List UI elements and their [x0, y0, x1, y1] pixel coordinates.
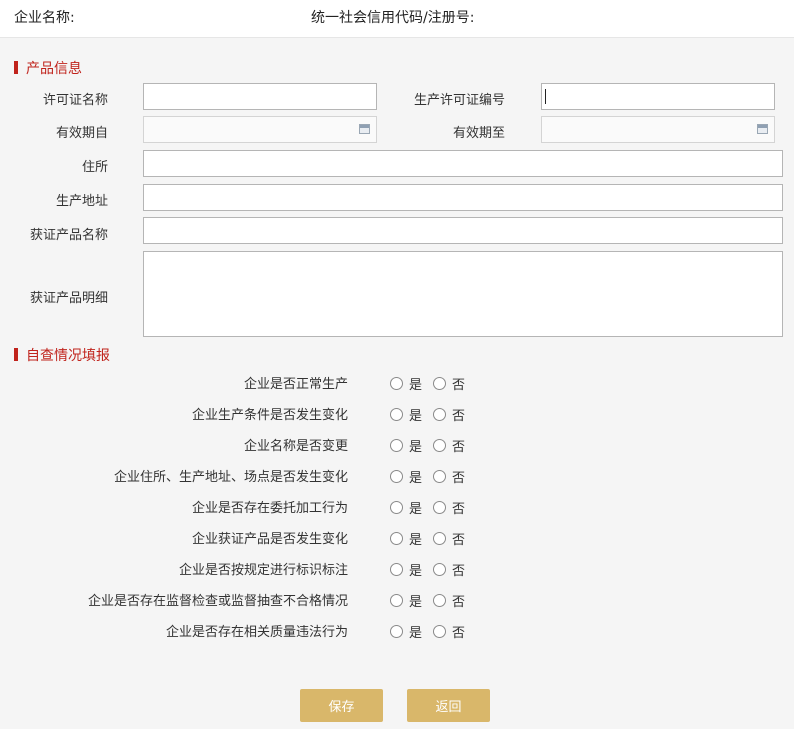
section-title-text: 产品信息 [26, 61, 82, 77]
radio-no[interactable]: 否 [433, 622, 465, 641]
radio-icon[interactable] [433, 439, 446, 452]
question-label: 企业住所、生产地址、场点是否发生变化 [113, 470, 348, 485]
radio-no[interactable]: 否 [433, 498, 465, 517]
radio-icon[interactable] [433, 408, 446, 421]
section-title-self-check: 自查情况填报 [14, 345, 110, 365]
radio-yes[interactable]: 是 [390, 436, 422, 455]
question-label: 企业名称是否变更 [243, 439, 348, 454]
company-name-label: 企业名称: [14, 10, 75, 26]
radio-option-label: 否 [452, 533, 466, 548]
radio-option-label: 是 [409, 471, 423, 486]
production-address-input[interactable] [143, 184, 783, 211]
radio-icon[interactable] [390, 501, 403, 514]
valid-to-input[interactable] [541, 116, 775, 143]
radio-yes[interactable]: 是 [390, 591, 422, 610]
question-label: 企业是否存在监督检查或监督抽查不合格情况 [87, 594, 348, 609]
product-detail-textarea[interactable] [143, 251, 783, 337]
radio-option-label: 否 [452, 471, 466, 486]
radio-option-label: 是 [409, 595, 423, 610]
radio-icon[interactable] [390, 439, 403, 452]
section-marker [14, 61, 18, 74]
radio-no[interactable]: 否 [433, 374, 465, 393]
product-name-input[interactable] [143, 217, 783, 244]
company-header: 企业名称: 统一社会信用代码/注册号: [0, 0, 794, 38]
license-name-input[interactable] [143, 83, 377, 110]
radio-yes[interactable]: 是 [390, 374, 422, 393]
radio-icon[interactable] [390, 470, 403, 483]
radio-option-label: 否 [452, 409, 466, 424]
back-button[interactable]: 返回 [407, 689, 490, 722]
address-label: 住所 [81, 160, 108, 175]
radio-no[interactable]: 否 [433, 591, 465, 610]
save-button[interactable]: 保存 [300, 689, 383, 722]
question-label: 企业获证产品是否发生变化 [191, 532, 348, 547]
product-name-label: 获证产品名称 [29, 228, 108, 243]
section-marker [14, 348, 18, 361]
question-label: 企业是否存在相关质量违法行为 [165, 625, 348, 640]
radio-option-label: 是 [409, 378, 423, 393]
calendar-icon[interactable] [757, 124, 768, 134]
radio-option-label: 是 [409, 440, 423, 455]
radio-yes[interactable]: 是 [390, 622, 422, 641]
section-title-product-info: 产品信息 [14, 58, 82, 78]
production-address-label: 生产地址 [55, 194, 108, 209]
radio-icon[interactable] [390, 563, 403, 576]
valid-to-label: 有效期至 [452, 126, 505, 141]
radio-yes[interactable]: 是 [390, 405, 422, 424]
radio-yes[interactable]: 是 [390, 467, 422, 486]
radio-icon[interactable] [433, 377, 446, 390]
radio-yes[interactable]: 是 [390, 560, 422, 579]
question-label: 企业生产条件是否发生变化 [191, 408, 348, 423]
question-label: 企业是否按规定进行标识标注 [178, 563, 348, 578]
radio-option-label: 是 [409, 564, 423, 579]
radio-option-label: 否 [452, 502, 466, 517]
calendar-icon[interactable] [359, 124, 370, 134]
license-name-label: 许可证名称 [42, 93, 108, 108]
radio-option-label: 否 [452, 440, 466, 455]
radio-icon[interactable] [433, 532, 446, 545]
radio-no[interactable]: 否 [433, 436, 465, 455]
radio-icon[interactable] [433, 563, 446, 576]
radio-option-label: 否 [452, 626, 466, 641]
radio-icon[interactable] [433, 470, 446, 483]
radio-icon[interactable] [433, 625, 446, 638]
question-label: 企业是否存在委托加工行为 [191, 501, 348, 516]
section-title-text: 自查情况填报 [26, 348, 110, 364]
radio-option-label: 否 [452, 378, 466, 393]
radio-icon[interactable] [390, 625, 403, 638]
radio-icon[interactable] [433, 594, 446, 607]
radio-option-label: 是 [409, 502, 423, 517]
radio-option-label: 否 [452, 595, 466, 610]
radio-yes[interactable]: 是 [390, 498, 422, 517]
radio-no[interactable]: 否 [433, 467, 465, 486]
license-no-label: 生产许可证编号 [413, 93, 505, 108]
address-input[interactable] [143, 150, 783, 177]
radio-option-label: 是 [409, 409, 423, 424]
credit-code-label: 统一社会信用代码/注册号: [311, 10, 475, 26]
license-no-input[interactable] [541, 83, 775, 110]
valid-from-label: 有效期自 [55, 126, 108, 141]
radio-icon[interactable] [390, 377, 403, 390]
radio-option-label: 是 [409, 626, 423, 641]
radio-icon[interactable] [390, 594, 403, 607]
radio-option-label: 否 [452, 564, 466, 579]
radio-no[interactable]: 否 [433, 529, 465, 548]
radio-yes[interactable]: 是 [390, 529, 422, 548]
radio-icon[interactable] [390, 408, 403, 421]
radio-option-label: 是 [409, 533, 423, 548]
radio-no[interactable]: 否 [433, 405, 465, 424]
radio-icon[interactable] [433, 501, 446, 514]
valid-from-input[interactable] [143, 116, 377, 143]
radio-no[interactable]: 否 [433, 560, 465, 579]
product-detail-label: 获证产品明细 [29, 291, 108, 306]
radio-icon[interactable] [390, 532, 403, 545]
question-label: 企业是否正常生产 [243, 377, 348, 392]
